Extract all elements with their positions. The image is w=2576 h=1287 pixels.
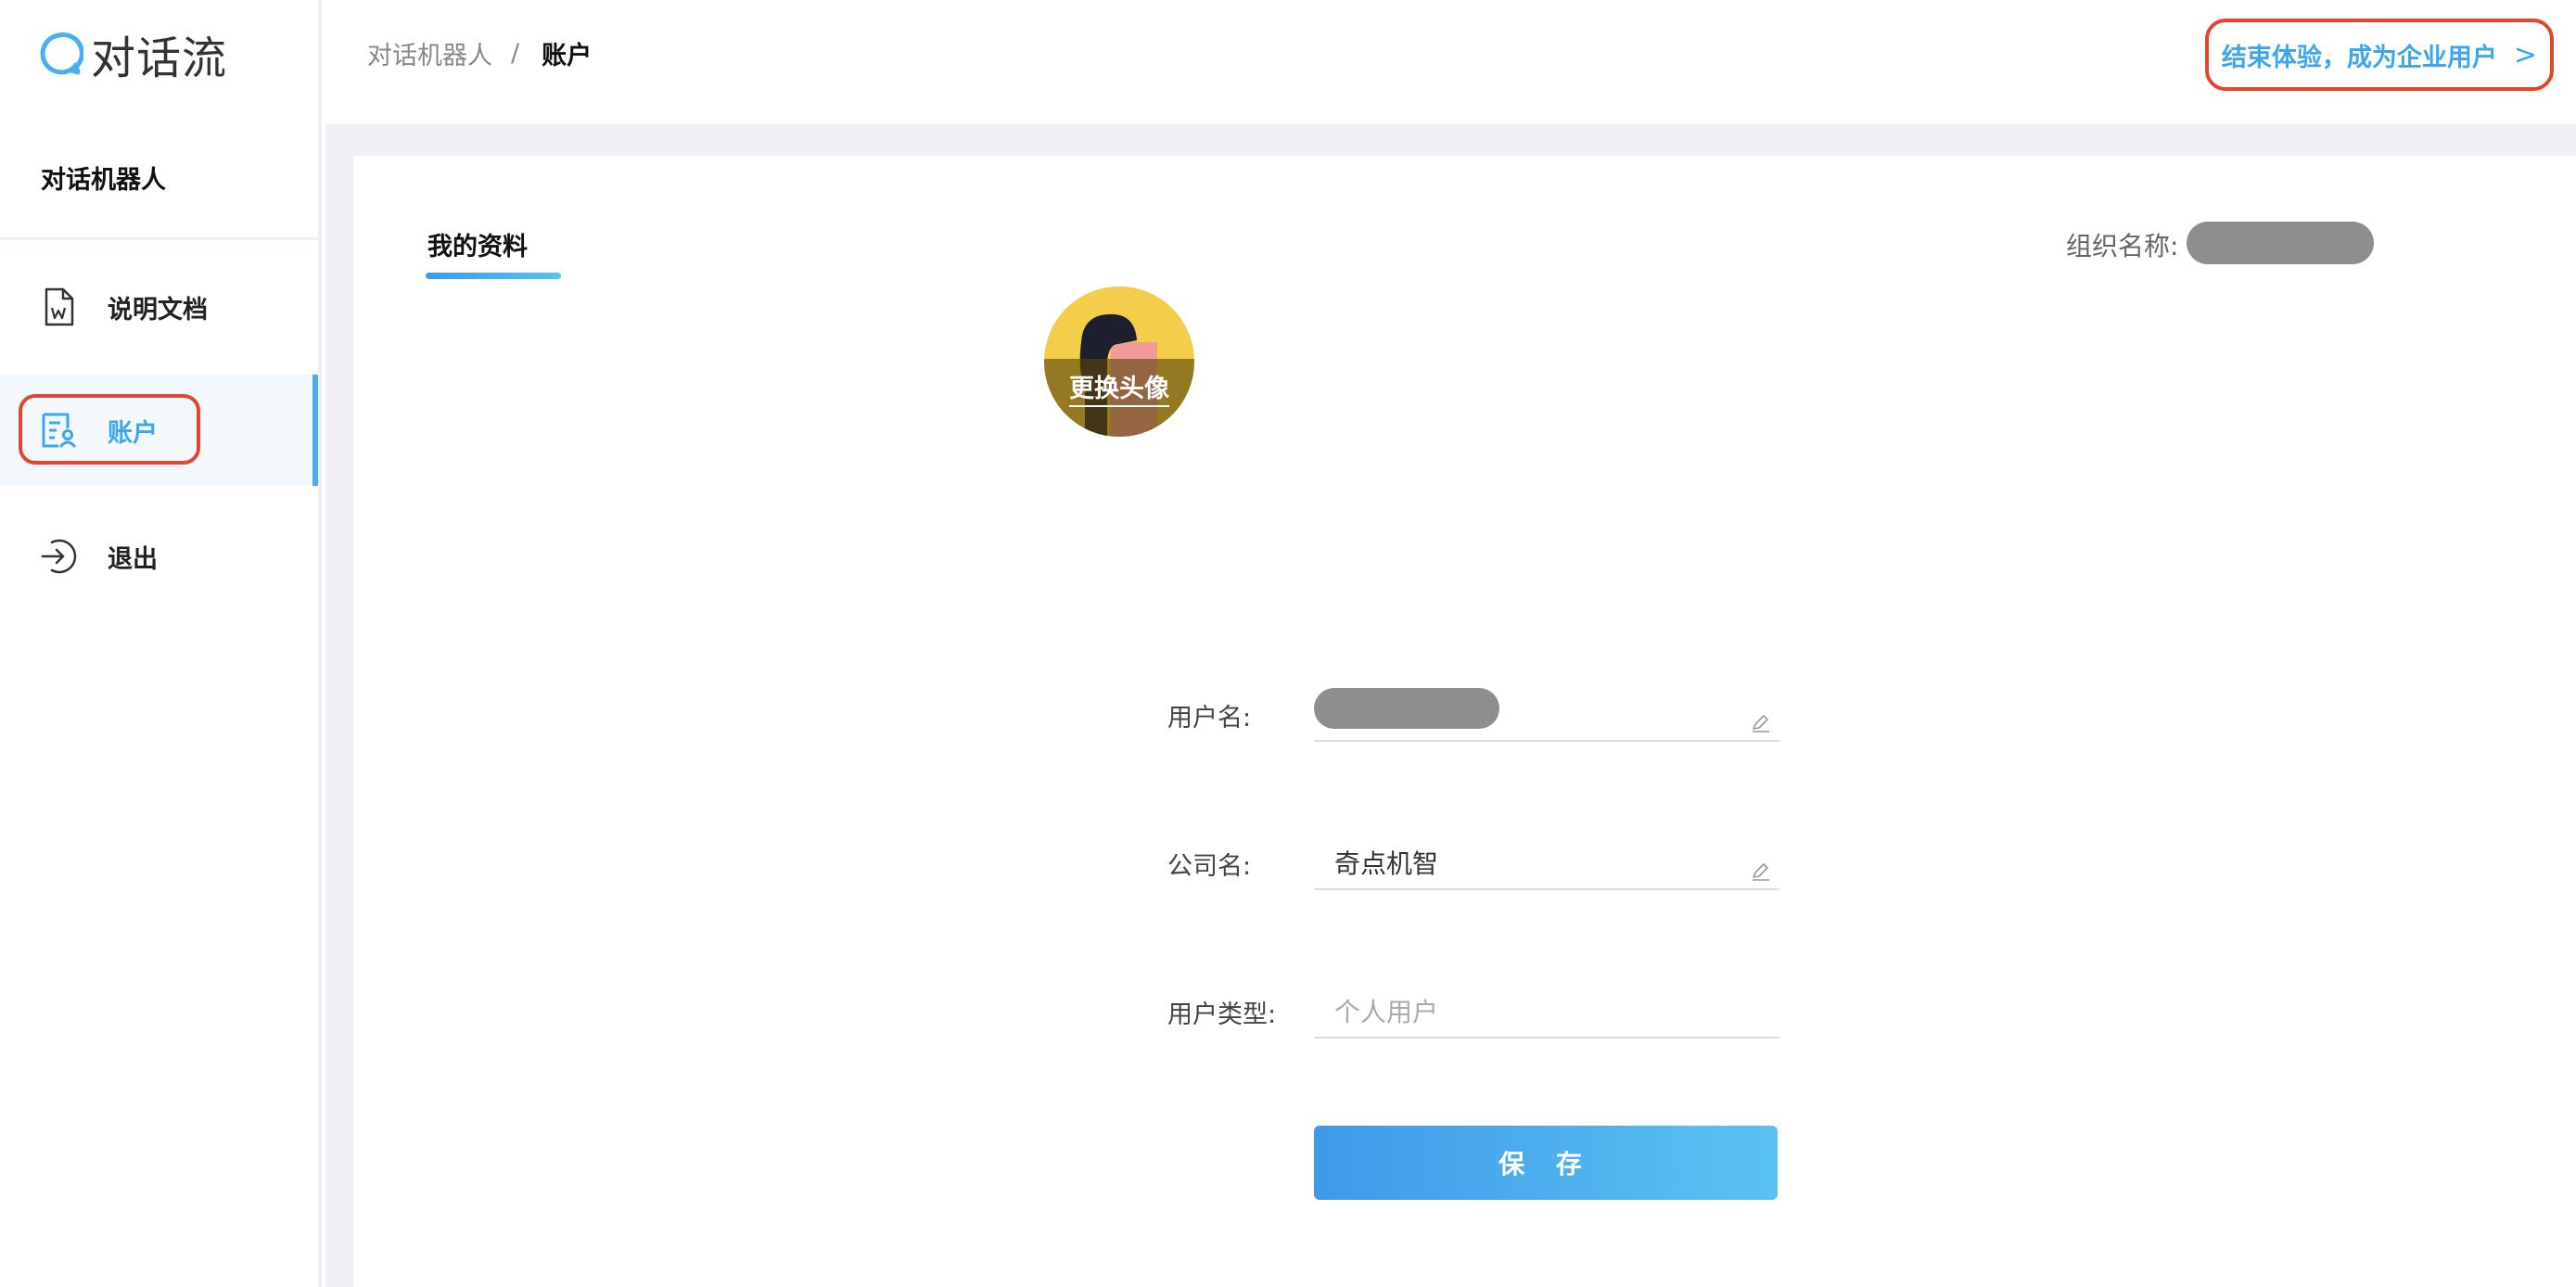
edit-pencil-icon[interactable]: [1750, 712, 1772, 734]
chat-bubble-logo-icon: [40, 32, 83, 75]
logout-icon: [39, 537, 78, 576]
profile-card: 我的资料 组织名称: 更换头像 用户名: 公司名: 奇点机智 用户类型: 个人用…: [353, 156, 2576, 1287]
sidebar: 对话流 对话机器人 说明文档 账户 退出: [0, 0, 322, 1287]
username-value-redacted: [1314, 688, 1499, 729]
change-avatar-label[interactable]: 更换头像: [1044, 368, 1194, 407]
breadcrumb-separator: /: [511, 39, 520, 68]
org-name-value-redacted: [2187, 222, 2374, 264]
username-row: 用户名:: [1167, 688, 1817, 744]
tab-my-profile[interactable]: 我的资料: [427, 226, 528, 262]
upgrade-link-label: 结束体验，成为企业用户: [2221, 43, 2497, 72]
breadcrumb: 对话机器人 / 账户: [367, 35, 592, 71]
save-button[interactable]: 保 存: [1314, 1126, 1778, 1200]
word-document-icon: [39, 287, 78, 326]
app-name: 对话流: [91, 32, 228, 84]
sidebar-item-label: 账户: [108, 418, 158, 448]
org-name-label: 组织名称:: [2066, 231, 2179, 261]
user-type-row: 用户类型: 个人用户: [1167, 985, 1817, 1040]
sidebar-section-title: 对话机器人: [41, 166, 166, 195]
sidebar-item-docs[interactable]: 说明文档: [0, 251, 318, 363]
upgrade-enterprise-link[interactable]: 结束体验，成为企业用户 >: [2205, 19, 2554, 91]
user-type-value: 个人用户: [1334, 997, 1439, 1027]
company-label: 公司名:: [1167, 852, 1252, 881]
account-card-icon: [39, 411, 78, 450]
chevron-right-icon: >: [2513, 38, 2538, 71]
user-type-label: 用户类型:: [1167, 1000, 1277, 1029]
breadcrumb-parent[interactable]: 对话机器人: [367, 35, 492, 71]
sidebar-item-label: 退出: [108, 544, 158, 574]
avatar[interactable]: 更换头像: [1044, 287, 1194, 437]
company-value: 奇点机智: [1334, 848, 1439, 879]
app-logo[interactable]: 对话流: [35, 24, 228, 84]
breadcrumb-current: 账户: [542, 42, 593, 70]
username-field[interactable]: [1314, 688, 1779, 742]
top-header: 对话机器人 / 账户 结束体验，成为企业用户 >: [325, 0, 2576, 124]
sidebar-item-account[interactable]: 账户: [0, 375, 318, 486]
company-row: 公司名: 奇点机智: [1167, 836, 1817, 892]
sidebar-item-logout[interactable]: 退出: [0, 501, 318, 612]
user-type-field: 个人用户: [1314, 985, 1779, 1039]
company-field[interactable]: 奇点机智: [1314, 836, 1779, 890]
tab-active-indicator: [426, 273, 561, 279]
edit-pencil-icon[interactable]: [1750, 860, 1772, 883]
sidebar-divider: [0, 237, 318, 240]
sidebar-item-label: 说明文档: [108, 295, 208, 325]
username-label: 用户名:: [1167, 704, 1252, 733]
